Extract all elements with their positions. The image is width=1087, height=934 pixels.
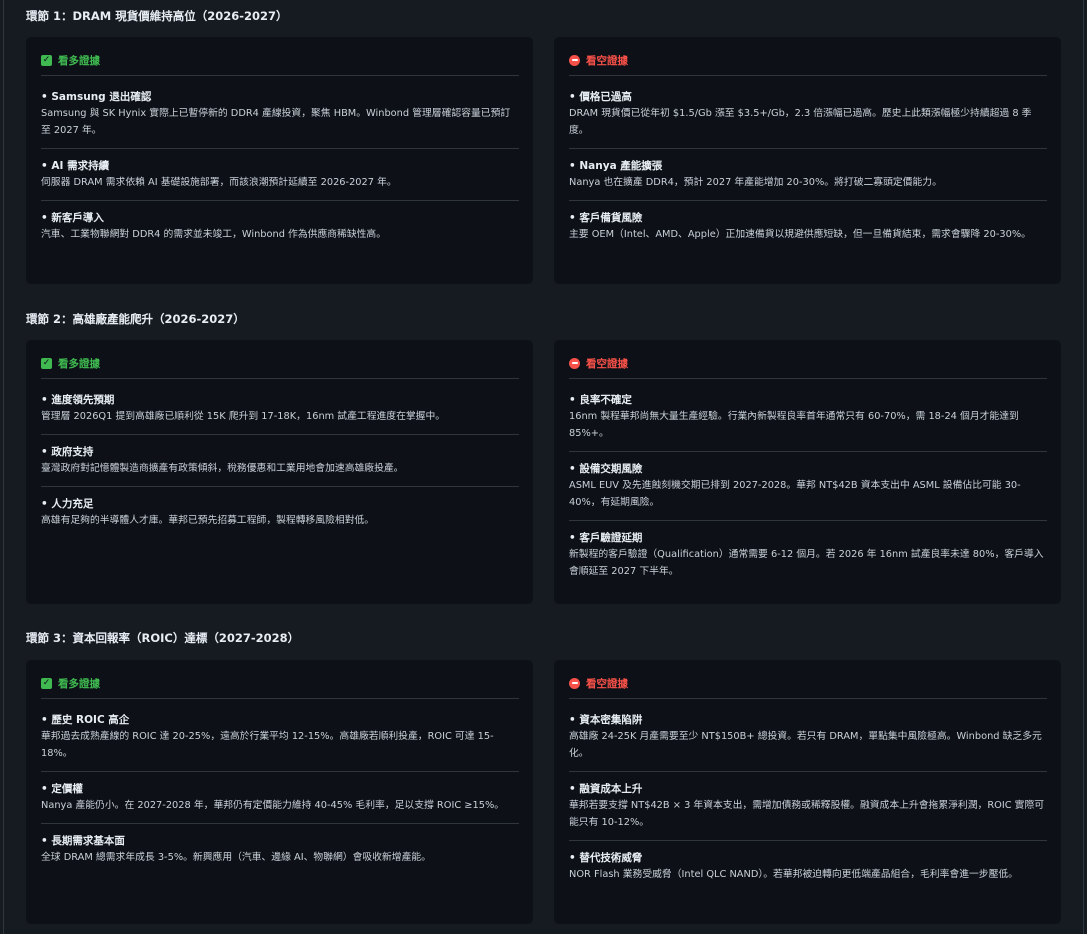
evidence-body: 全球 DRAM 總需求年成長 3-5%。新興應用（汽車、邊緣 AI、物聯網）會吸… [41, 852, 431, 863]
analysis-panel: 環節 1：DRAM 現貨價維持高位（2026-2027） ✓ 看多證據 Sams… [3, 0, 1084, 934]
card-label: 看空證據 [586, 677, 628, 690]
card-label: 看多證據 [58, 677, 100, 690]
evidence-item: 定價權 Nanya 產能仍小。在 2027-2028 年，華邦仍有定價能力維持 … [41, 771, 519, 823]
bull-evidence-card: ✓ 看多證據 歷史 ROIC 高企 華邦過去成熟產線的 ROIC 達 20-25… [26, 660, 533, 924]
evidence-item: 客戶備貨風險 主要 OEM（Intel、AMD、Apple）正加速備貨以規避供應… [569, 200, 1047, 252]
evidence-body: ASML EUV 及先進蝕刻機交期已排到 2027-2028。華邦 NT$42B… [569, 480, 1021, 508]
evidence-title: 客戶驗證延期 [569, 531, 1047, 545]
evidence-title: 定價權 [41, 782, 519, 796]
evidence-body: 伺服器 DRAM 需求依賴 AI 基礎設施部署，而該浪潮預計延續至 2026-2… [41, 177, 397, 188]
evidence-item: 人力充足 高雄有足夠的半導體人才庫。華邦已預先招募工程師，製程轉移風險相對低。 [41, 486, 519, 538]
evidence-item: 政府支持 臺灣政府對記憶體製造商擴產有政策傾斜，稅務優惠和工業用地會加速高雄廠投… [41, 434, 519, 486]
evidence-item: 長期需求基本面 全球 DRAM 總需求年成長 3-5%。新興應用（汽車、邊緣 A… [41, 823, 519, 875]
evidence-title: 融資成本上升 [569, 782, 1047, 796]
evidence-title: 長期需求基本面 [41, 834, 519, 848]
evidence-title: 客戶備貨風險 [569, 211, 1047, 225]
evidence-item: 替代技術威脅 NOR Flash 業務受威脅（Intel QLC NAND）。若… [569, 840, 1047, 892]
evidence-title: Nanya 產能擴張 [569, 159, 1047, 173]
evidence-item: 良率不確定 16nm 製程華邦尚無大量生產經驗。行業內新製程良率首年通常只有 6… [569, 393, 1047, 451]
evidence-body: 16nm 製程華邦尚無大量生產經驗。行業內新製程良率首年通常只有 60-70%，… [569, 411, 1019, 439]
section-title: 環節 3：資本回報率（ROIC）達標（2027-2028） [26, 631, 300, 645]
stop-icon [569, 54, 580, 66]
section-title: 環節 1：DRAM 現貨價維持高位（2026-2027） [26, 9, 288, 23]
evidence-body: 汽車、工業物聯網對 DDR4 的需求並未竣工，Winbond 作為供應商稀缺性高… [41, 229, 387, 240]
evidence-item: 價格已過高 DRAM 現貨價已從年初 $1.5/Gb 漲至 $3.5+/Gb，2… [569, 90, 1047, 148]
evidence-body: Nanya 產能仍小。在 2027-2028 年，華邦仍有定價能力維持 40-4… [41, 800, 505, 811]
evidence-body: 高雄有足夠的半導體人才庫。華邦已預先招募工程師，製程轉移風險相對低。 [41, 515, 375, 526]
evidence-body: 主要 OEM（Intel、AMD、Apple）正加速備貨以規避供應短缺，但一旦備… [569, 229, 1031, 240]
evidence-item: 客戶驗證延期 新製程的客戶驗證（Qualification）通常需要 6-12 … [569, 520, 1047, 589]
stop-icon [569, 677, 580, 689]
evidence-body: 臺灣政府對記憶體製造商擴產有政策傾斜，稅務優惠和工業用地會加速高雄廠投產。 [41, 463, 404, 474]
evidence-body: NOR Flash 業務受威脅（Intel QLC NAND）。若華邦被迫轉向更… [569, 869, 1018, 880]
evidence-title: 良率不確定 [569, 393, 1047, 407]
evidence-item: Samsung 退出確認 Samsung 與 SK Hynix 實際上已暫停新的… [41, 90, 519, 148]
evidence-title: 設備交期風險 [569, 462, 1047, 476]
evidence-item: 設備交期風險 ASML EUV 及先進蝕刻機交期已排到 2027-2028。華邦… [569, 451, 1047, 520]
divider [569, 698, 1047, 699]
evidence-item: 融資成本上升 華邦若要支撐 NT$42B × 3 年資本支出，需增加債務或稀釋股… [569, 771, 1047, 840]
card-header: 看空證據 [569, 51, 1047, 69]
card-header: 看空證據 [569, 674, 1047, 692]
evidence-item: 歷史 ROIC 高企 華邦過去成熟產線的 ROIC 達 20-25%，遠高於行業… [41, 713, 519, 771]
card-header: ✓ 看多證據 [41, 674, 519, 692]
evidence-body: DRAM 現貨價已從年初 $1.5/Gb 漲至 $3.5+/Gb，2.3 倍漲幅… [569, 108, 1032, 136]
evidence-body: 華邦若要支撐 NT$42B × 3 年資本支出，需增加債務或稀釋股權。融資成本上… [569, 800, 1045, 828]
evidence-title: 替代技術威脅 [569, 851, 1047, 865]
evidence-body: Nanya 也在擴產 DDR4，預計 2027 年產能增加 20-30%。將打破… [569, 177, 942, 188]
evidence-item: 資本密集陷阱 高雄廠 24-25K 月產需要至少 NT$150B+ 總投資。若只… [569, 713, 1047, 771]
bear-evidence-card: 看空證據 價格已過高 DRAM 現貨價已從年初 $1.5/Gb 漲至 $3.5+… [554, 37, 1061, 284]
evidence-title: AI 需求持續 [41, 159, 519, 173]
card-label: 看多證據 [58, 54, 100, 67]
evidence-title: 資本密集陷阱 [569, 713, 1047, 727]
card-header: 看空證據 [569, 354, 1047, 372]
evidence-body: 高雄廠 24-25K 月產需要至少 NT$150B+ 總投資。若只有 DRAM，… [569, 731, 1042, 759]
bull-evidence-card: ✓ 看多證據 進度領先預期 管理層 2026Q1 提到高雄廠已順利從 15K 爬… [26, 340, 533, 604]
evidence-item: AI 需求持續 伺服器 DRAM 需求依賴 AI 基礎設施部署，而該浪潮預計延續… [41, 148, 519, 200]
divider [41, 75, 519, 76]
evidence-item: Nanya 產能擴張 Nanya 也在擴產 DDR4，預計 2027 年產能增加… [569, 148, 1047, 200]
evidence-title: 新客戶導入 [41, 211, 519, 225]
check-icon: ✓ [41, 54, 52, 66]
card-label: 看空證據 [586, 54, 628, 67]
card-label: 看空證據 [586, 357, 628, 370]
divider [569, 75, 1047, 76]
evidence-body: 新製程的客戶驗證（Qualification）通常需要 6-12 個月。若 20… [569, 549, 1044, 577]
evidence-title: 價格已過高 [569, 90, 1047, 104]
evidence-body: 華邦過去成熟產線的 ROIC 達 20-25%，遠高於行業平均 12-15%。高… [41, 731, 494, 759]
bear-evidence-card: 看空證據 良率不確定 16nm 製程華邦尚無大量生產經驗。行業內新製程良率首年通… [554, 340, 1061, 604]
bull-evidence-card: ✓ 看多證據 Samsung 退出確認 Samsung 與 SK Hynix 實… [26, 37, 533, 284]
check-icon: ✓ [41, 357, 52, 369]
card-header: ✓ 看多證據 [41, 354, 519, 372]
evidence-title: 政府支持 [41, 445, 519, 459]
evidence-body: Samsung 與 SK Hynix 實際上已暫停新的 DDR4 產線投資，聚焦… [41, 108, 511, 136]
stop-icon [569, 357, 580, 369]
evidence-item: 新客戶導入 汽車、工業物聯網對 DDR4 的需求並未竣工，Winbond 作為供… [41, 200, 519, 252]
check-icon: ✓ [41, 677, 52, 689]
evidence-title: 進度領先預期 [41, 393, 519, 407]
evidence-title: 人力充足 [41, 497, 519, 511]
evidence-item: 進度領先預期 管理層 2026Q1 提到高雄廠已順利從 15K 爬升到 17-1… [41, 393, 519, 434]
card-label: 看多證據 [58, 357, 100, 370]
section-title: 環節 2：高雄廠產能爬升（2026-2027） [26, 312, 245, 326]
divider [41, 378, 519, 379]
evidence-body: 管理層 2026Q1 提到高雄廠已順利從 15K 爬升到 17-18K，16nm… [41, 411, 446, 422]
card-header: ✓ 看多證據 [41, 51, 519, 69]
bear-evidence-card: 看空證據 資本密集陷阱 高雄廠 24-25K 月產需要至少 NT$150B+ 總… [554, 660, 1061, 924]
divider [41, 698, 519, 699]
evidence-title: 歷史 ROIC 高企 [41, 713, 519, 727]
evidence-title: Samsung 退出確認 [41, 90, 519, 104]
divider [569, 378, 1047, 379]
